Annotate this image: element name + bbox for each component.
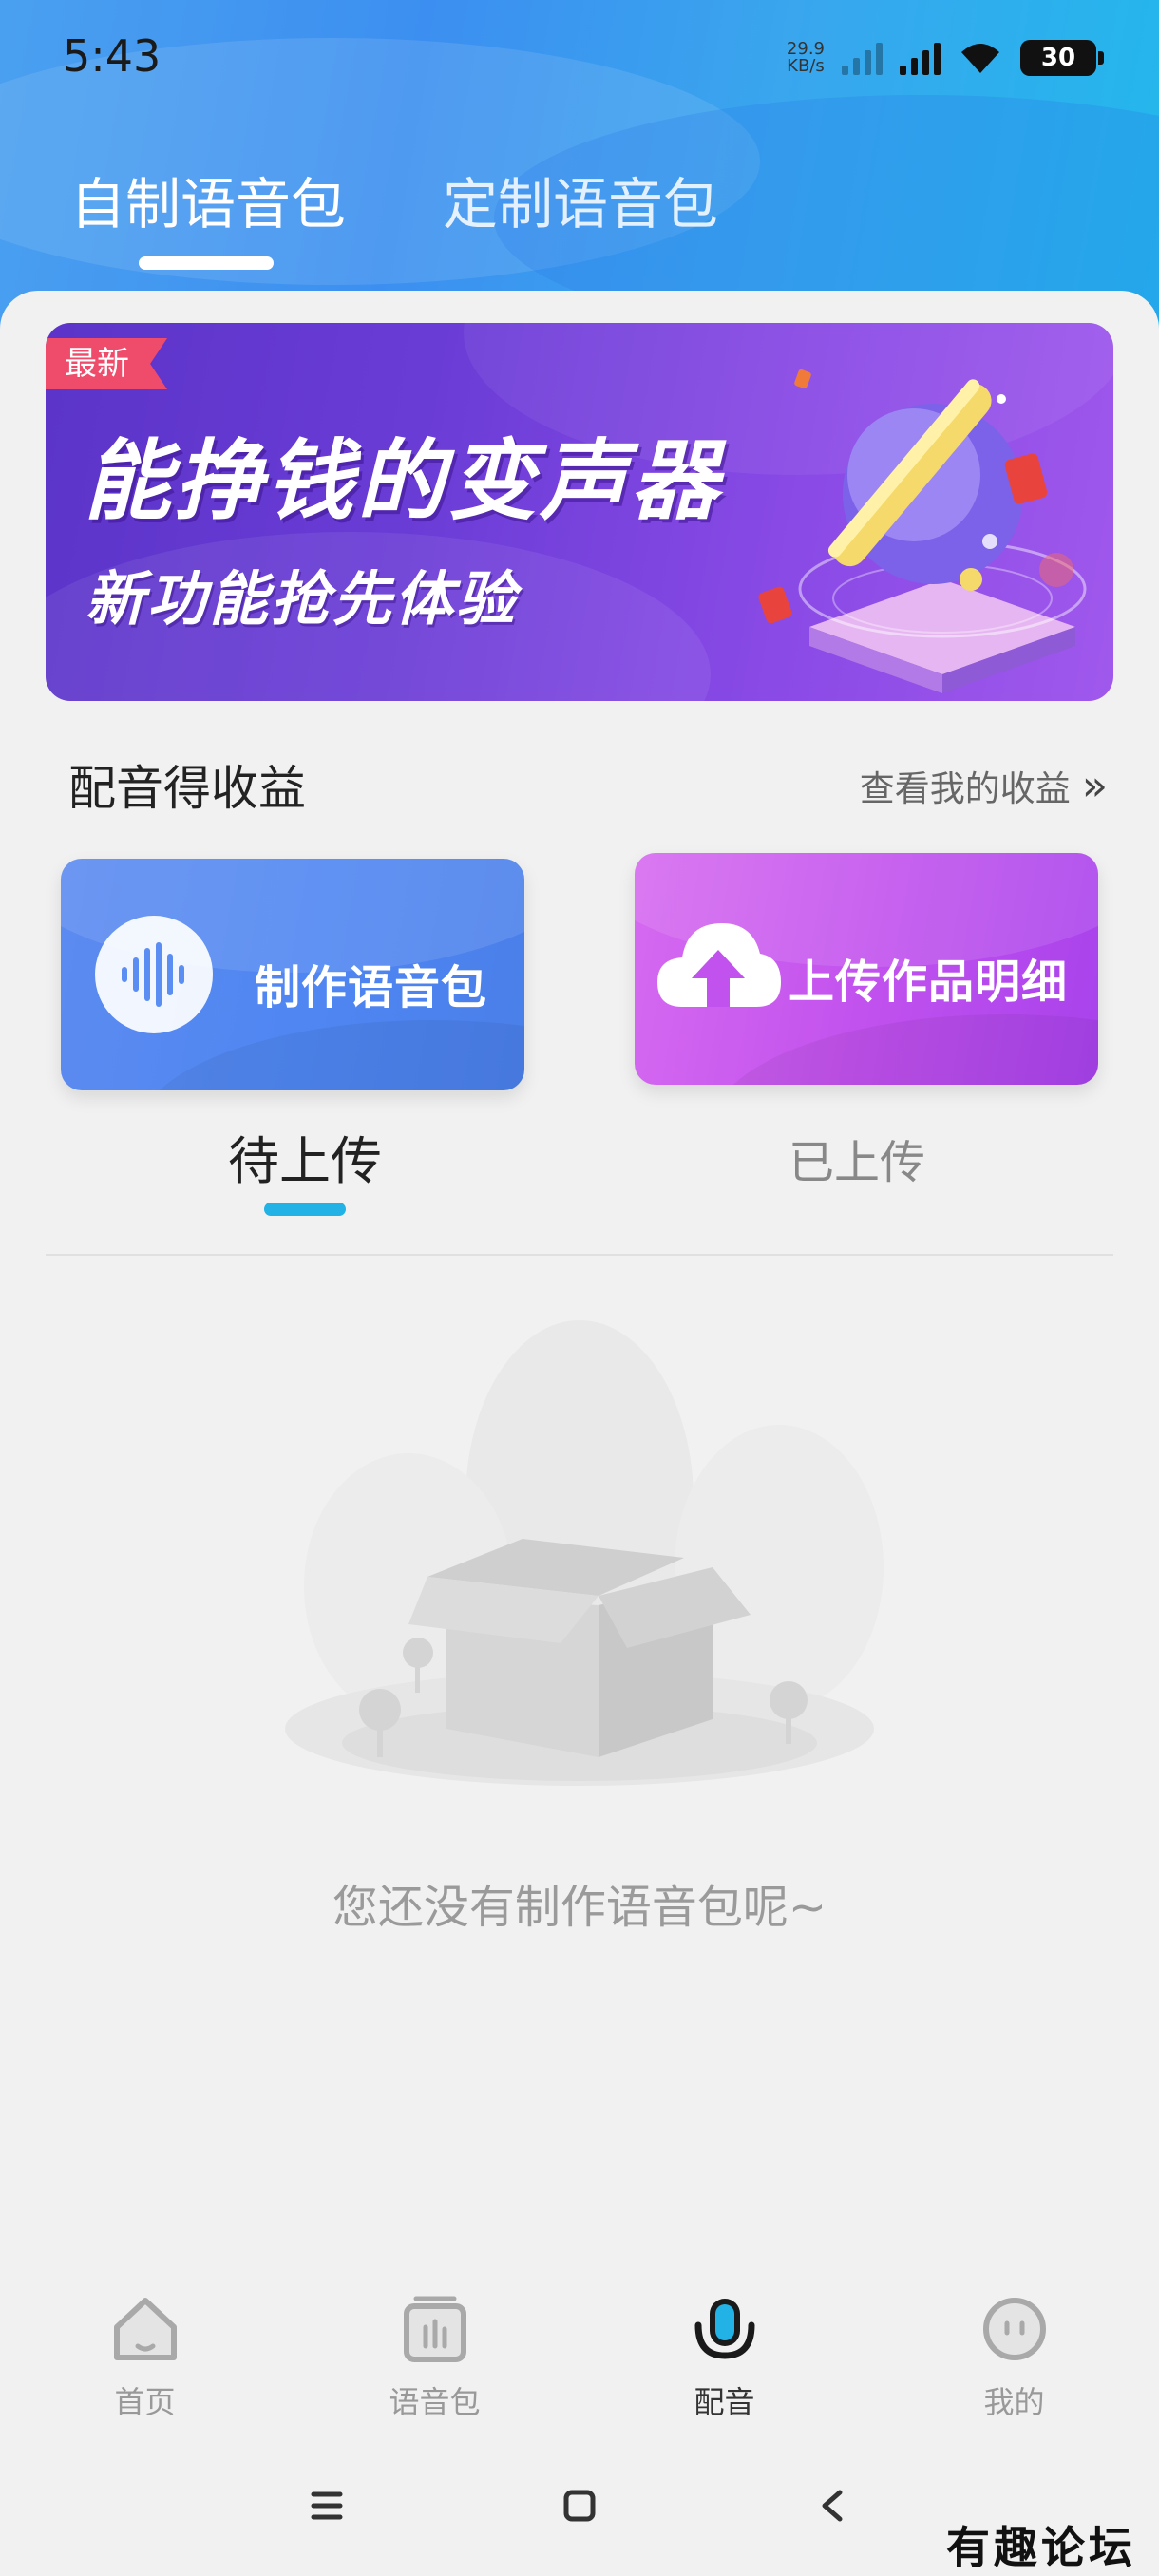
- banner-subtitle: 新功能抢先体验: [86, 564, 519, 634]
- signal-sim2-icon: [842, 41, 883, 75]
- view-earnings-label: 查看我的收益: [859, 768, 1071, 809]
- back-button[interactable]: [804, 2477, 861, 2534]
- watermark: 有趣论坛: [946, 2522, 1136, 2573]
- banner-title: 能挣钱的变声器: [84, 430, 723, 532]
- divider: [46, 1254, 1113, 1256]
- status-bar: 5:43 29.9 KB/s 30: [0, 0, 1159, 114]
- microphone-icon: [694, 2299, 754, 2359]
- home-button[interactable]: [551, 2477, 608, 2534]
- nav-dubbing[interactable]: 配音: [580, 2270, 869, 2441]
- nav-voice-pack-label: 语音包: [389, 2384, 481, 2420]
- network-speed: 29.9 KB/s: [787, 41, 825, 75]
- tab-uploaded[interactable]: 已上传: [788, 1125, 925, 1191]
- tab-custom-voice-pack[interactable]: 定制语音包: [443, 160, 718, 239]
- upload-details-button[interactable]: 上传作品明细: [635, 853, 1098, 1085]
- view-earnings-link[interactable]: 查看我的收益 ››: [859, 760, 1108, 811]
- top-tabs: 自制语音包 定制语音包: [70, 160, 718, 239]
- back-chevron-icon: [822, 2490, 843, 2522]
- network-speed-unit: KB/s: [787, 56, 825, 76]
- empty-state-message: 您还没有制作语音包呢~: [332, 1881, 827, 1934]
- sub-tab-indicator: [264, 1203, 346, 1216]
- top-tab-indicator: [139, 256, 274, 270]
- make-voice-pack-button[interactable]: 制作语音包: [61, 859, 524, 1090]
- status-time: 5:43: [63, 30, 162, 82]
- make-voice-pack-label: 制作语音包: [255, 961, 488, 1014]
- sound-wave-icon: [95, 916, 213, 1033]
- tab-pending-upload[interactable]: 待上传: [228, 1119, 382, 1194]
- menu-button[interactable]: [298, 2477, 355, 2534]
- nav-dubbing-label: 配音: [694, 2384, 755, 2420]
- signal-icon: [900, 41, 940, 75]
- voice-changer-illustration: [758, 369, 1087, 693]
- nav-profile[interactable]: 我的: [869, 2270, 1159, 2441]
- promo-banner[interactable]: 最新 能挣钱的变声器 新功能抢先体验: [46, 323, 1113, 701]
- voice-pack-icon: [403, 2296, 466, 2362]
- profile-icon: [982, 2298, 1046, 2360]
- menu-icon: [311, 2491, 343, 2520]
- nav-voice-pack[interactable]: 语音包: [290, 2270, 580, 2441]
- app-screen: 5:43 29.9 KB/s 30 自制语音包 定制语音包 最新 能挣钱的变声器…: [0, 0, 1159, 2576]
- upload-details-label: 上传作品明细: [788, 956, 1069, 1009]
- nav-home-label: 首页: [114, 2384, 176, 2420]
- tab-self-made-voice-pack[interactable]: 自制语音包: [70, 160, 346, 239]
- wifi-icon: [961, 44, 999, 73]
- nav-home[interactable]: 首页: [0, 2270, 290, 2441]
- status-icons: 29.9 KB/s 30: [787, 34, 1104, 82]
- nav-profile-label: 我的: [983, 2384, 1045, 2420]
- cloud-upload-icon: [657, 923, 781, 1007]
- section-title: 配音得收益: [68, 761, 306, 816]
- double-chevron-right-icon: ››: [1081, 761, 1108, 810]
- new-badge: 最新: [46, 338, 167, 389]
- empty-box-illustration: [285, 1320, 884, 1786]
- square-home-icon: [563, 2490, 596, 2522]
- home-icon: [113, 2298, 177, 2360]
- battery-icon: 30: [1020, 40, 1104, 76]
- bottom-nav: 首页 语音包 配音 我的: [0, 2270, 1159, 2441]
- battery-level: 30: [1040, 44, 1076, 72]
